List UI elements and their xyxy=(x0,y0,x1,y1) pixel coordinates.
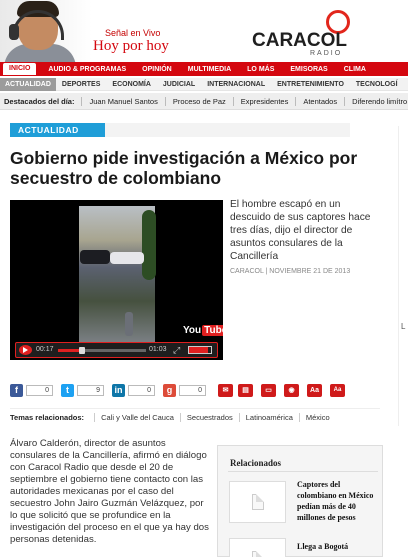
topic-tag[interactable]: Cali y Valle del Cauca xyxy=(94,413,180,422)
related-divider xyxy=(228,471,378,472)
topic-tag[interactable]: Latinoamérica xyxy=(238,413,299,422)
font-smaller-icon[interactable]: Aa xyxy=(330,384,345,397)
main-nav-item-emisoras[interactable]: EMISORAS xyxy=(282,66,335,73)
video-player[interactable]: YouTube 00:17 01:03 ⤢ xyxy=(10,200,223,360)
youtube-logo-tube: Tube xyxy=(202,325,223,336)
highlight-link[interactable]: Proceso de Paz xyxy=(164,96,233,106)
video-scene-car xyxy=(80,250,110,264)
video-controls: 00:17 01:03 ⤢ xyxy=(15,342,218,358)
youtube-logo-you: You xyxy=(183,325,202,336)
column-divider xyxy=(398,126,399,426)
section-badge[interactable]: ACTUALIDAD xyxy=(10,123,105,137)
highlights-label: Destacados del día: xyxy=(4,96,75,106)
facebook-count: 0 xyxy=(26,385,53,396)
facebook-icon[interactable]: f xyxy=(10,384,23,397)
topic-tag[interactable]: Secuestrados xyxy=(179,413,239,422)
related-thumbnail[interactable] xyxy=(229,481,286,523)
article-body: Álvaro Calderón, director de asuntos con… xyxy=(10,438,209,545)
related-item-link[interactable]: Llega a Bogotá xyxy=(297,541,377,552)
caracol-logo[interactable]: CARACOL RADIO xyxy=(250,10,360,58)
logo-sub: RADIO xyxy=(310,50,343,57)
fullscreen-icon[interactable]: ⤢ xyxy=(173,345,183,355)
sub-nav-item-internacional[interactable]: INTERNACIONAL xyxy=(201,81,271,88)
related-box: Relacionados Captores del colombiano en … xyxy=(217,445,383,557)
sub-nav-item-deportes[interactable]: DEPORTES xyxy=(56,81,107,88)
main-nav-item-multimedia[interactable]: MULTIMEDIA xyxy=(180,66,239,73)
video-scene-tree xyxy=(142,210,156,280)
share-icon[interactable]: ◉ xyxy=(284,384,299,397)
share-bar: f 0 t 9 in 0 g 0 ✉ ▤ ▭ ◉ Aa Aa xyxy=(10,382,380,402)
video-scene-car xyxy=(110,252,144,264)
related-thumbnail[interactable] xyxy=(229,538,286,557)
volume-slider[interactable] xyxy=(188,346,212,354)
video-progress-knob[interactable] xyxy=(78,347,85,354)
highlight-link[interactable]: Atentados xyxy=(295,96,344,106)
sub-nav-item-economia[interactable]: ECONOMÍA xyxy=(106,81,157,88)
sub-nav-item-tecnologia[interactable]: TECNOLOGÍ xyxy=(350,81,404,88)
related-title: Relacionados xyxy=(230,458,282,468)
font-larger-icon[interactable]: Aa xyxy=(307,384,322,397)
volume-fill xyxy=(189,347,208,353)
main-nav-item-audio[interactable]: AUDIO & PROGRAMAS xyxy=(40,66,134,73)
site-header: Señal en Vivo Hoy por hoy CARACOL RADIO xyxy=(0,0,408,62)
play-icon[interactable] xyxy=(19,345,32,355)
sub-nav-item-actualidad[interactable]: ACTUALIDAD xyxy=(0,77,56,91)
youtube-logo[interactable]: YouTube xyxy=(183,325,223,336)
main-nav-item-inicio[interactable]: INICIO xyxy=(3,63,37,75)
highlight-link[interactable]: Juan Manuel Santos xyxy=(81,96,164,106)
related-topics-label: Temas relacionados: xyxy=(10,413,85,422)
video-total-time: 01:03 xyxy=(149,346,167,353)
main-nav-item-clima[interactable]: CLIMA xyxy=(336,66,374,73)
comment-icon[interactable]: ▭ xyxy=(261,384,276,397)
sub-nav-item-entretenimiento[interactable]: ENTRETENIMIENTO xyxy=(271,81,350,88)
document-icon xyxy=(252,551,264,557)
live-signal-label[interactable]: Señal en Vivo xyxy=(105,28,160,38)
main-nav: INICIO AUDIO & PROGRAMAS OPINIÓN MULTIME… xyxy=(0,62,408,76)
topic-tag[interactable]: México xyxy=(298,413,336,422)
edge-letter: L xyxy=(401,322,406,331)
show-title[interactable]: Hoy por hoy xyxy=(93,38,169,55)
twitter-icon[interactable]: t xyxy=(61,384,74,397)
host-photo[interactable] xyxy=(0,0,92,62)
highlight-link[interactable]: Diferendo limítro xyxy=(344,96,408,106)
video-progress-bar[interactable] xyxy=(58,347,146,354)
highlights-bar: Destacados del día: Juan Manuel Santos P… xyxy=(0,93,408,110)
sub-nav: ACTUALIDAD DEPORTES ECONOMÍA JUDICIAL IN… xyxy=(0,77,408,91)
gplus-icon[interactable]: g xyxy=(163,384,176,397)
sub-nav-item-judicial[interactable]: JUDICIAL xyxy=(157,81,201,88)
print-icon[interactable]: ▤ xyxy=(238,384,253,397)
related-topics: Temas relacionados: Cali y Valle del Cau… xyxy=(10,408,380,426)
article-lead: El hombre escapó en un descuido de sus c… xyxy=(230,199,371,262)
linkedin-count: 0 xyxy=(128,385,155,396)
mail-icon[interactable]: ✉ xyxy=(218,384,233,397)
document-icon xyxy=(252,494,264,510)
gplus-count: 0 xyxy=(179,385,206,396)
article-byline: CARACOL | NOVIEMBRE 21 DE 2013 xyxy=(230,268,351,275)
main-nav-item-opinion[interactable]: OPINIÓN xyxy=(134,66,180,73)
linkedin-icon[interactable]: in xyxy=(112,384,125,397)
twitter-count: 9 xyxy=(77,385,104,396)
video-current-time: 00:17 xyxy=(36,346,54,353)
highlight-link[interactable]: Expresidentes xyxy=(232,96,296,106)
main-nav-item-lo-mas[interactable]: LO MÁS xyxy=(239,66,282,73)
article-headline: Gobierno pide investigación a México por… xyxy=(10,148,358,188)
logo-brand: CARACOL xyxy=(252,30,347,51)
video-scene-person xyxy=(125,312,133,336)
related-item-link[interactable]: Captores del colombiano en México pedían… xyxy=(297,479,377,523)
